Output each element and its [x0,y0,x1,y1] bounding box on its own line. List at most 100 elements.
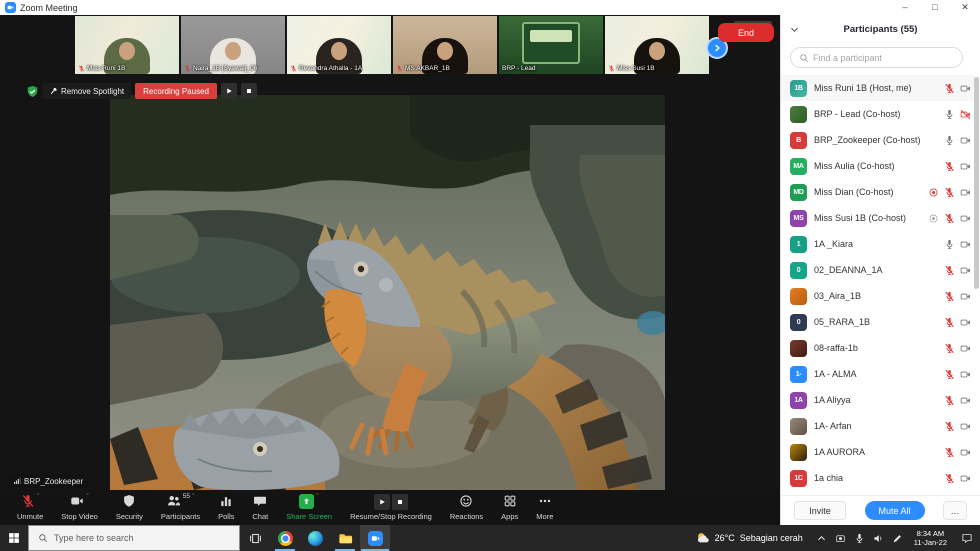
video-icon [960,265,971,276]
participant-name: Miss Aulia (Co-host) [814,161,937,171]
muted-mic-icon [78,65,85,72]
video-thumbnail[interactable]: Naira_1B [Syawal]_06 [181,16,285,74]
chevron-up-icon[interactable]: ˇ [86,494,88,502]
participant-row[interactable]: 03_Aira_1B [781,283,975,309]
file-explorer-taskbar-icon[interactable] [330,525,360,551]
remove-spotlight-button[interactable]: Remove Spotlight [43,83,131,99]
list-scrollbar[interactable] [974,77,979,289]
tray-speaker-icon[interactable] [869,525,888,551]
play-icon [378,498,386,506]
toolbar-share-screen-button[interactable]: ˇShare Screen [277,490,341,525]
chat-icon [253,494,267,508]
participant-row[interactable]: BBRP_Zookeeper (Co-host) [781,127,975,153]
participant-row[interactable]: MDMiss Dian (Co-host) [781,179,975,205]
edge-taskbar-icon[interactable] [300,525,330,551]
video-icon [960,213,971,224]
video-icon [960,395,971,406]
participant-row[interactable]: MAMiss Aulia (Co-host) [781,153,975,179]
invite-button[interactable]: Invite [794,501,846,520]
chevron-up-icon[interactable]: ˇ [192,494,194,502]
mic-icon [944,239,955,250]
arrow-up-icon [302,497,311,506]
participant-row[interactable]: 1BMiss Runi 1B (Host, me) [781,75,975,101]
stop-recording-icon[interactable] [392,494,408,510]
resume-recording-button[interactable] [221,83,237,99]
maximize-button[interactable]: □ [920,0,950,15]
panel-more-button[interactable]: … [943,501,967,520]
video-thumbnail[interactable]: MS AKBAR_1B [393,16,497,74]
toolbar-security-button[interactable]: Security [107,490,152,525]
tray-pen-icon[interactable] [888,525,907,551]
participant-name: 1A - ALMA [814,369,937,379]
participant-row[interactable]: 11A _Kiara [781,231,975,257]
toolbar-unmute-button[interactable]: ˇUnmute [8,490,52,525]
toolbar-chat-button[interactable]: Chat [243,490,277,525]
resume-recording-icon[interactable] [374,494,390,510]
video-icon [960,317,971,328]
encryption-shield-icon [26,85,39,98]
participant-status-icons [928,187,971,198]
taskbar-search-box[interactable]: Type here to search [28,525,240,551]
muted-mic-icon [944,369,955,380]
toolbar-stop-video-button[interactable]: ˇStop Video [52,490,107,525]
search-icon [799,53,809,63]
participant-name: 1A Aliyya [814,395,937,405]
search-input[interactable] [813,53,943,63]
participant-search-box[interactable] [790,47,963,68]
toolbar-label: Chat [252,512,268,521]
participant-avatar: 1B [790,80,807,97]
participant-row[interactable]: 1C1a chia [781,465,975,491]
participant-row[interactable]: 08-raffa-1b [781,335,975,361]
participant-row[interactable]: BRP - Lead (Co-host) [781,101,975,127]
stop-icon [396,498,404,506]
participant-row[interactable]: 002_DEANNA_1A [781,257,975,283]
participant-row[interactable]: 1A- Arfan [781,413,975,439]
mute-all-button[interactable]: Mute All [865,501,925,520]
video-thumbnail[interactable]: Miss Runi 1B [75,16,179,74]
participant-list: 1BMiss Runi 1B (Host, me)BRP - Lead (Co-… [781,75,975,491]
participant-row[interactable]: 1A1A Aliyya [781,387,975,413]
toolbar-more-button[interactable]: More [527,490,562,525]
toolbar-polls-button[interactable]: Polls [209,490,243,525]
participants-title: Participants (55) [781,24,980,35]
toolbar-reactions-button[interactable]: Reactions [441,490,492,525]
participant-row[interactable]: 1-1A - ALMA [781,361,975,387]
tray-mic-icon[interactable] [850,525,869,551]
video-icon [960,369,971,380]
taskbar-clock[interactable]: 8:34 AM 11-Jan-22 [907,529,954,547]
participant-avatar: 1 [790,236,807,253]
stop-recording-button[interactable] [241,83,257,99]
more-icon [538,494,552,508]
recording-indicator-icon [928,187,939,198]
video-icon [70,494,84,508]
participant-avatar: MD [790,184,807,201]
participant-status-icons [944,369,971,380]
participant-row[interactable]: 1A AURORA [781,439,975,465]
chevron-up-icon[interactable]: ˇ [37,494,39,502]
toolbar-participants-button[interactable]: 55ˇParticipants [152,490,209,525]
chrome-taskbar-icon[interactable] [270,525,300,551]
polls-icon [219,494,233,508]
participant-row[interactable]: 005_RARA_1B [781,309,975,335]
tray-overflow-chevron[interactable] [812,525,831,551]
taskbar-weather[interactable]: 26°C Sebagian cerah [687,531,812,545]
end-meeting-button[interactable]: End [718,23,774,42]
task-view-button[interactable] [240,525,270,551]
close-button[interactable]: ✕ [950,0,980,15]
iguana-video-frame [110,95,665,490]
minimize-button[interactable]: – [890,0,920,15]
toolbar-label: Participants [161,512,200,521]
participant-row[interactable]: MSMiss Susi 1B (Co-host) [781,205,975,231]
video-icon [960,421,971,432]
tray-camera-icon[interactable] [831,525,850,551]
chevron-up-icon[interactable]: ˇ [316,494,318,502]
video-thumbnail[interactable]: BRP - Lead [499,16,603,74]
toolbar-apps-button[interactable]: Apps [492,490,527,525]
toolbar-resume-stop-recording-button[interactable]: Resume/Stop Recording [341,490,441,525]
video-thumbnail[interactable]: Revandra Athalla - 1A [287,16,391,74]
video-thumbnail[interactable]: Miss Susi 1B [605,16,709,74]
start-button[interactable] [0,525,28,551]
action-center-button[interactable] [954,525,980,551]
participant-avatar [790,288,807,305]
zoom-taskbar-icon[interactable] [360,525,390,551]
